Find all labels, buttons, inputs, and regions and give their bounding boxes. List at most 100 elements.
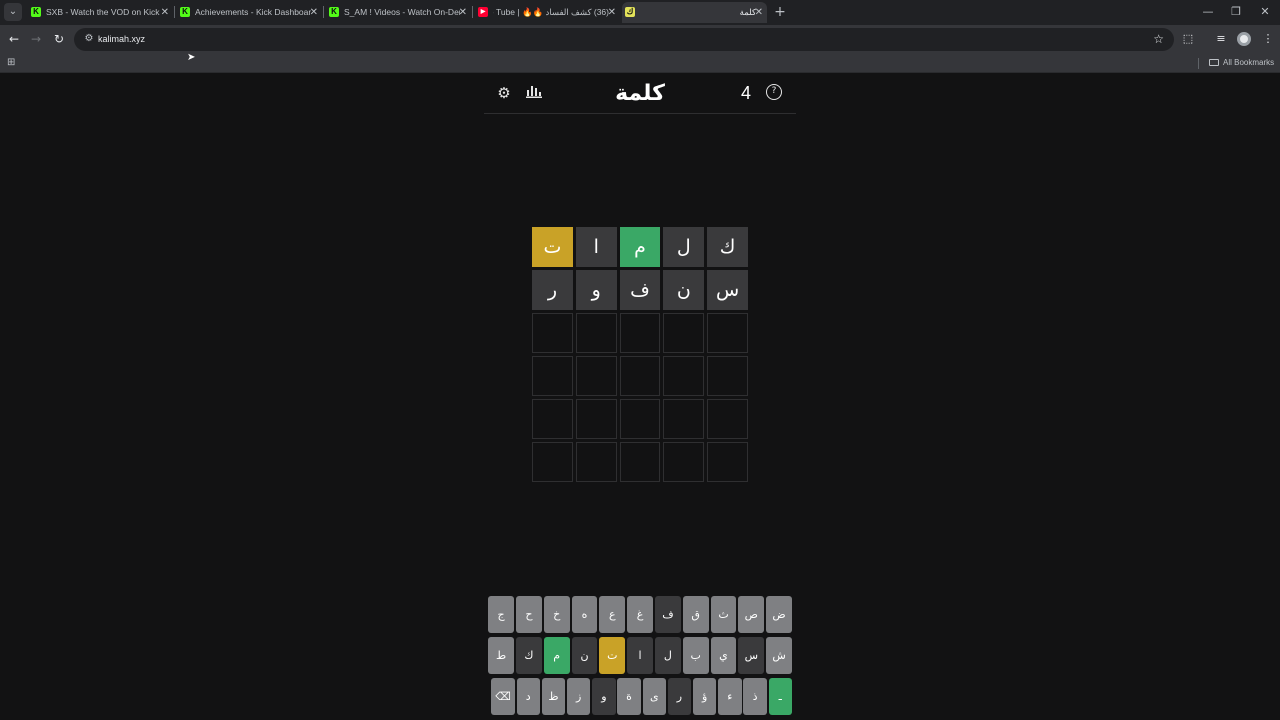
apps-grid-icon[interactable]: ⊞	[7, 57, 19, 69]
menu-icon[interactable]: ⋮	[1260, 31, 1276, 47]
key[interactable]: ز	[566, 678, 591, 715]
extensions-icon[interactable]: ⬚	[1180, 31, 1196, 47]
board-tile: و	[575, 270, 617, 310]
all-bookmarks-label: All Bookmarks	[1223, 58, 1275, 67]
url-text: kalimah.xyz	[98, 34, 146, 44]
key[interactable]: ث	[710, 596, 737, 633]
tab-separator	[323, 6, 324, 18]
backspace-icon[interactable]: ⌫	[491, 678, 515, 715]
restore-icon[interactable]: ❐	[1227, 3, 1245, 21]
site-info-icon[interactable]: ⚙	[82, 32, 96, 46]
key[interactable]: غ	[627, 596, 653, 633]
board-tile	[663, 442, 705, 482]
board-tile	[663, 313, 705, 353]
tab-close-icon[interactable]: ✕	[459, 2, 467, 23]
key[interactable]: ؤ	[692, 678, 717, 715]
key[interactable]: ق	[682, 596, 709, 633]
back-icon[interactable]: ←	[6, 31, 22, 47]
key[interactable]: ذ	[743, 678, 767, 715]
board-tile	[575, 313, 617, 353]
settings-gear-icon[interactable]: ⚙	[494, 83, 514, 103]
key[interactable]: ج	[488, 596, 514, 633]
address-bar[interactable]: ⚙ kalimah.xyz ☆	[74, 28, 1174, 51]
tab-title: Achievements - Kick Dashboard	[195, 7, 311, 17]
key[interactable]: ف	[655, 596, 681, 633]
board-tile: ن	[663, 270, 705, 310]
key[interactable]: ص	[738, 596, 765, 633]
board-tile: ا	[575, 227, 617, 267]
board-tile	[707, 356, 748, 396]
key[interactable]: ب	[682, 637, 709, 674]
tab-2[interactable]: K S_AM ! Videos - Watch On-Dem ✕	[326, 2, 471, 23]
enter-key[interactable]: ـ	[768, 678, 792, 715]
board-tile	[532, 356, 573, 396]
tab-1[interactable]: K Achievements - Kick Dashboard ✕	[177, 2, 322, 23]
board-tile	[532, 442, 573, 482]
key[interactable]: ك	[516, 637, 542, 674]
tab-4-active[interactable]: ك كلمة ✕	[622, 2, 767, 23]
board-tile	[619, 356, 661, 396]
board-row: سنفور	[532, 270, 748, 310]
key[interactable]: ل	[655, 637, 681, 674]
tab-close-icon[interactable]: ✕	[310, 2, 318, 23]
board-tile: س	[707, 270, 748, 310]
media-controls-icon[interactable]: ≡	[1213, 31, 1229, 47]
key[interactable]: ظ	[541, 678, 566, 715]
stats-chart-icon[interactable]	[524, 83, 544, 103]
profile-avatar[interactable]	[1237, 32, 1251, 46]
key[interactable]: ن	[571, 637, 598, 674]
all-bookmarks-button[interactable]: All Bookmarks	[1209, 54, 1274, 72]
board-tile	[532, 399, 573, 439]
kick-icon: K	[180, 7, 190, 17]
tab-3[interactable]: ▶ (36) كشف الفساد 🔥🔥 | Tube - ✕	[475, 2, 620, 23]
game-title: كلمة	[615, 81, 665, 106]
streak-count: 4	[740, 83, 751, 103]
board-tile: ف	[619, 270, 661, 310]
forward-icon[interactable]: →	[28, 31, 44, 47]
key[interactable]: ى	[642, 678, 666, 715]
tab-close-icon[interactable]: ✕	[755, 2, 763, 23]
key[interactable]: م	[543, 637, 570, 674]
key[interactable]: ض	[766, 596, 792, 633]
minimize-icon[interactable]: —	[1199, 3, 1217, 21]
key[interactable]: ء	[718, 678, 742, 715]
key[interactable]: ت	[599, 637, 626, 674]
close-window-icon[interactable]: ✕	[1256, 3, 1274, 21]
key[interactable]: ه	[571, 596, 598, 633]
key[interactable]: ح	[516, 596, 542, 633]
tab-0[interactable]: K SXB - Watch the VOD on Kick ✕	[28, 2, 173, 23]
mouse-cursor-icon: ➤	[187, 52, 196, 63]
tab-close-icon[interactable]: ✕	[608, 2, 616, 23]
folder-icon	[1209, 59, 1219, 66]
key[interactable]: و	[592, 678, 616, 715]
board-tile: ر	[532, 270, 573, 310]
key[interactable]: ي	[710, 637, 737, 674]
tab-close-icon[interactable]: ✕	[161, 2, 169, 23]
tab-search-icon[interactable]: ⌄	[4, 3, 22, 21]
help-clock-icon[interactable]: ?	[766, 84, 782, 100]
board-tile	[663, 356, 705, 396]
key[interactable]: د	[516, 678, 540, 715]
key[interactable]: ط	[488, 637, 514, 674]
board-tile	[619, 399, 661, 439]
bookmark-star-icon[interactable]: ☆	[1153, 31, 1164, 47]
key[interactable]: ع	[599, 596, 626, 633]
key[interactable]: ر	[667, 678, 692, 715]
key[interactable]: خ	[543, 596, 570, 633]
key[interactable]: س	[738, 637, 765, 674]
key[interactable]: ا	[627, 637, 653, 674]
kalimah-icon: ك	[625, 7, 635, 17]
tab-title: (36) كشف الفساد 🔥🔥 | Tube -	[493, 7, 609, 17]
board-tile	[619, 442, 661, 482]
board-tile	[707, 399, 748, 439]
keyboard-row: ـ ذ ء ؤ ر ى ة و ز ظ د ⌫	[488, 678, 792, 715]
key[interactable]: ة	[617, 678, 641, 715]
reload-icon[interactable]: ↻	[51, 31, 67, 47]
board-tile	[575, 442, 617, 482]
keyboard-row: شسيبلاتنمكط	[488, 637, 792, 674]
board-row	[532, 399, 748, 439]
new-tab-icon[interactable]: +	[771, 3, 789, 21]
tab-title: SXB - Watch the VOD on Kick	[46, 7, 160, 17]
game-header: ⚙ كلمة 4 ?	[484, 74, 796, 114]
key[interactable]: ش	[766, 637, 792, 674]
